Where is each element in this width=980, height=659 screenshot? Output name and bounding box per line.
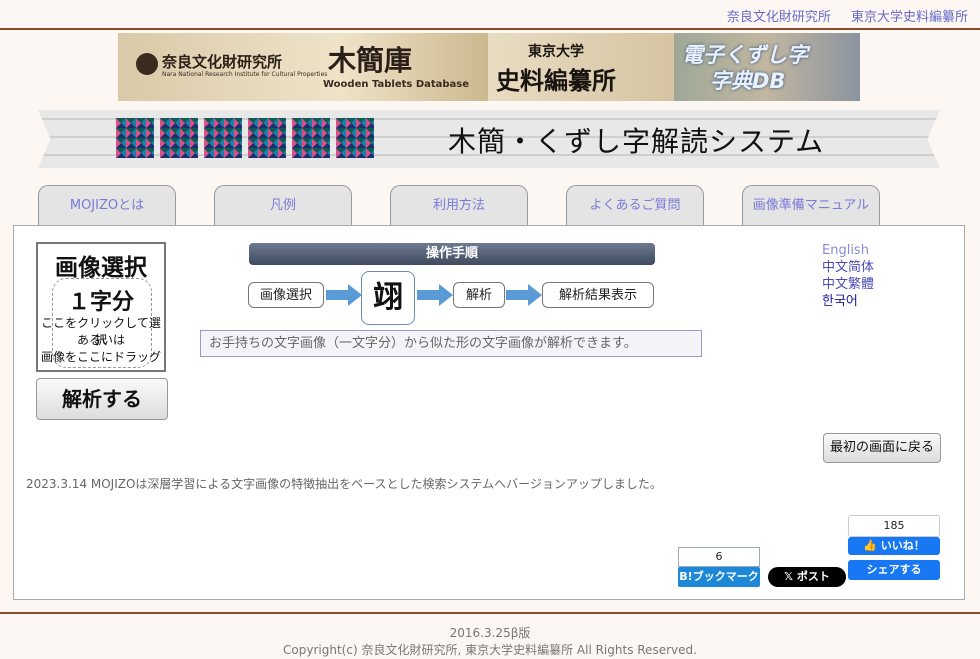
partner-banner: 奈良文化財研究所 Nara National Research Institut…: [118, 33, 860, 101]
logo-letter-m: [116, 118, 154, 158]
tab-faq[interactable]: よくあるご質問: [566, 185, 704, 225]
tab-image-manual[interactable]: 画像準備マニュアル: [742, 185, 880, 225]
step-show-results: 解析結果表示: [542, 282, 654, 308]
lang-korean[interactable]: 한국어: [822, 293, 874, 310]
procedure-description: お手持ちの文字画像（一文字分）から似た形の文字画像が解析できます。: [200, 330, 702, 357]
step-select-image: 画像選択: [248, 282, 324, 308]
logo-letter-z: [292, 118, 330, 158]
footer-copyright: Copyright(c) 奈良文化財研究所, 東京大学史料編纂所 All Rig…: [283, 643, 697, 657]
header-rule: [0, 28, 980, 30]
wooden-tablets-title: 木簡庫: [328, 44, 413, 77]
banner-utokyo[interactable]: 東京大学 史料編纂所: [488, 33, 674, 101]
facebook-like-count: 185: [848, 515, 940, 537]
image-drop-zone[interactable]: 画像選択 １字分 ここをクリックして選択 あるいは 画像をここにドラッグ: [36, 242, 166, 372]
facebook-share-button[interactable]: シェアする: [848, 560, 940, 580]
link-nabunken[interactable]: 奈良文化財研究所: [727, 10, 831, 25]
lang-zh-hant[interactable]: 中文繁體: [822, 276, 874, 293]
hatena-count: 6: [678, 547, 760, 567]
top-links: 奈良文化財研究所 東京大学史料編纂所: [711, 6, 968, 25]
back-to-start-button[interactable]: 最初の画面に戻る: [823, 433, 941, 463]
drop-line-3: 画像をここにドラッグ: [40, 350, 161, 364]
drop-line-2: あるいは: [76, 333, 125, 347]
drop-one-char: １字分: [67, 290, 134, 315]
arrow-right-icon: [326, 284, 362, 306]
main-panel: 画像選択 １字分 ここをクリックして選択 あるいは 画像をここにドラッグ 解析す…: [13, 225, 965, 600]
wooden-tablets-sub: Wooden Tablets Database: [323, 79, 470, 90]
nara-name: 奈良文化財研究所: [162, 53, 283, 71]
logo-letter-j: [204, 118, 242, 158]
footer-version: 2016.3.25β版: [449, 626, 531, 640]
tab-legend[interactable]: 凡例: [214, 185, 352, 225]
facebook-like-button[interactable]: 👍 いいね！: [848, 537, 940, 555]
nara-logo-icon: [136, 53, 158, 75]
utokyo-line1: 東京大学: [528, 44, 584, 60]
logo-letter-o2: [336, 118, 374, 158]
procedure-header: 操作手順: [249, 243, 655, 265]
logo-letter-i: [248, 118, 286, 158]
footer-rule: [0, 612, 980, 614]
arrow-right-icon: [506, 284, 542, 306]
banner-nara[interactable]: 奈良文化財研究所 Nara National Research Institut…: [118, 33, 488, 101]
lang-english[interactable]: English: [822, 242, 874, 259]
tab-usage[interactable]: 利用方法: [390, 185, 528, 225]
drop-title: 画像選択: [55, 255, 147, 281]
tab-about[interactable]: MOJIZOとは: [38, 185, 176, 225]
nara-sub: Nara National Research Institute for Cul…: [162, 71, 328, 78]
mojizo-logo: [116, 118, 374, 158]
analyze-button[interactable]: 解析する: [36, 378, 168, 420]
x-post-button[interactable]: 𝕏 ポスト: [768, 567, 846, 587]
mojizo-header: 木簡・くずし字解読システム: [38, 110, 940, 168]
news-item: 2023.3.14 MOJIZOは深層学習による文字画像の特徴抽出をベースとした…: [26, 477, 662, 491]
link-hi-utokyo[interactable]: 東京大学史料編纂所: [851, 10, 968, 25]
sample-character: 翊: [361, 271, 415, 325]
hatena-bookmark-button[interactable]: B!ブックマーク: [678, 567, 760, 587]
step-analyze: 解析: [453, 282, 505, 308]
utokyo-line2: 史料編纂所: [496, 66, 616, 95]
arrow-right-icon: [417, 284, 453, 306]
logo-letter-o: [160, 118, 198, 158]
page-title: 木簡・くずし字解読システム: [448, 125, 825, 158]
banner-kuzushi[interactable]: 電子くずし字 字典DB: [674, 33, 860, 101]
language-switcher: English 中文简体 中文繁體 한국어: [822, 242, 874, 310]
kuzushi-line2: 字典DB: [710, 69, 786, 93]
lang-zh-hans[interactable]: 中文简体: [822, 259, 874, 276]
